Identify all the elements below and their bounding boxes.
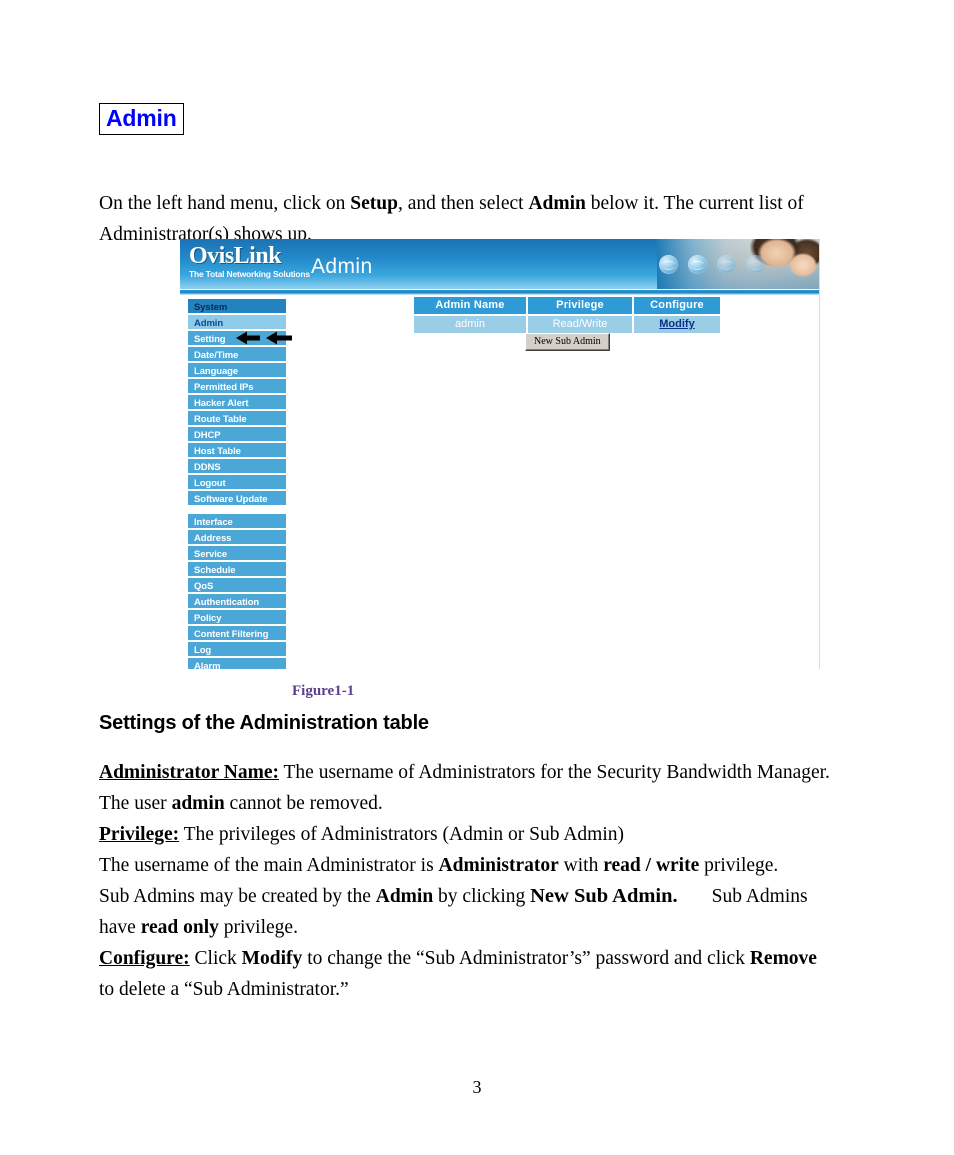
- figure-caption: Figure1-1: [292, 683, 355, 699]
- sidebar-item-content-filtering[interactable]: Content Filtering: [188, 626, 286, 640]
- device-header: OvisLink The Total Networking Solutions …: [180, 239, 819, 289]
- cell-configure: Modify: [634, 316, 720, 333]
- page-title: Admin: [99, 103, 184, 135]
- main-admin-post: privilege.: [699, 855, 779, 876]
- table-row: admin Read/Write Modify: [414, 316, 720, 333]
- configure-modify-bold: Modify: [241, 948, 303, 969]
- globe-icon: [659, 255, 678, 274]
- cell-privilege: Read/Write: [528, 316, 632, 333]
- sidebar-group-system: System Admin Setting Date/Time Language …: [188, 299, 292, 505]
- globe-icon: [746, 255, 765, 274]
- privilege-line4: have read only privilege.: [99, 912, 899, 943]
- pointer-arrows: [236, 331, 294, 345]
- admin-removable-post: cannot be removed.: [224, 793, 383, 814]
- configure-line2: to delete a “Sub Administrator.”: [99, 974, 899, 1005]
- sidebar-item-admin[interactable]: Admin: [188, 315, 286, 329]
- main-admin-pre: The username of the main Administrator i…: [99, 855, 439, 876]
- read-only-pre: have: [99, 917, 141, 938]
- sidebar-item-permitted-ips[interactable]: Permitted IPs: [188, 379, 286, 393]
- intro-bold-admin: Admin: [528, 192, 586, 214]
- settings-description: Administrator Name: The username of Admi…: [99, 757, 899, 1005]
- new-sub-admin-reference: New Sub Admin.: [530, 885, 678, 907]
- brand-name: OvisLink: [189, 243, 282, 269]
- administrator-name-line2: The user admin cannot be removed.: [99, 788, 899, 819]
- configure-pre: Click: [189, 948, 242, 969]
- globe-icon-group: [659, 249, 814, 281]
- column-header-privilege: Privilege: [528, 297, 632, 314]
- privilege-paragraph: Privilege: The privileges of Administrat…: [99, 819, 899, 850]
- main-admin-mid: with: [558, 855, 604, 876]
- sidebar-item-address[interactable]: Address: [188, 530, 286, 544]
- configure-mid: to change the “Sub Administrator’s” pass…: [302, 948, 750, 969]
- sub-admin-bold: Admin: [375, 886, 434, 907]
- label-privilege: Privilege:: [99, 824, 180, 845]
- left-arrow-icon: [236, 331, 292, 345]
- device-screenshot: OvisLink The Total Networking Solutions …: [180, 239, 820, 669]
- configure-delete-text: to delete a “Sub Administrator.”: [99, 979, 349, 1000]
- read-only-bold: read only: [140, 917, 219, 938]
- sidebar-item-route-table[interactable]: Route Table: [188, 411, 286, 425]
- sidebar-item-alarm[interactable]: Alarm: [188, 658, 286, 669]
- intro-text-2: , and then select: [397, 192, 529, 214]
- ovislink-logo: OvisLink The Total Networking Solutions: [189, 244, 310, 280]
- new-sub-admin-button[interactable]: New Sub Admin: [525, 333, 610, 351]
- sidebar-item-qos[interactable]: QoS: [188, 578, 286, 592]
- modify-link[interactable]: Modify: [659, 318, 694, 330]
- device-page-title: Admin: [311, 255, 373, 278]
- admin-removable-bold: admin: [171, 793, 225, 814]
- section-heading: Settings of the Administration table: [99, 712, 429, 734]
- read-only-post: privilege.: [218, 917, 298, 938]
- column-header-configure: Configure: [634, 297, 720, 314]
- sidebar-item-policy[interactable]: Policy: [188, 610, 286, 624]
- globe-icon: [717, 255, 736, 274]
- cell-admin-name: admin: [414, 316, 526, 333]
- sidebar-item-host-table[interactable]: Host Table: [188, 443, 286, 457]
- globe-icon: [688, 255, 707, 274]
- label-administrator-name: Administrator Name:: [99, 762, 279, 783]
- page-number: 3: [472, 1077, 482, 1097]
- sidebar-item-language[interactable]: Language: [188, 363, 286, 377]
- privilege-line3: Sub Admins may be created by the Admin b…: [99, 881, 899, 912]
- intro-bold-setup: Setup: [350, 192, 398, 214]
- sub-admin-mid: by clicking: [433, 886, 531, 907]
- sidebar-item-dhcp[interactable]: DHCP: [188, 427, 286, 441]
- privilege-text: The privileges of Administrators (Admin …: [179, 824, 624, 845]
- brand-tagline: The Total Networking Solutions: [189, 269, 310, 279]
- sub-admin-post: Sub Admins: [711, 886, 808, 907]
- read-write-bold: read / write: [603, 855, 700, 876]
- sidebar-item-service[interactable]: Service: [188, 546, 286, 560]
- admin-table: Admin Name Privilege Configure admin Rea…: [412, 295, 722, 335]
- column-header-admin-name: Admin Name: [414, 297, 526, 314]
- sidebar-group-modules: Interface Address Service Schedule QoS A…: [188, 514, 286, 669]
- administrator-name-text: The username of Administrators for the S…: [279, 762, 830, 783]
- document-page: Admin On the left hand menu, click on Se…: [0, 0, 954, 1155]
- sidebar-section-system[interactable]: System: [188, 299, 286, 313]
- sidebar-item-interface[interactable]: Interface: [188, 514, 286, 528]
- sidebar-item-date-time[interactable]: Date/Time: [188, 347, 286, 361]
- device-sidebar: System Admin Setting Date/Time Language …: [188, 299, 292, 669]
- admin-removable-pre: The user: [99, 793, 172, 814]
- sidebar-item-hacker-alert[interactable]: Hacker Alert: [188, 395, 286, 409]
- table-header-row: Admin Name Privilege Configure: [414, 297, 720, 314]
- sidebar-item-logout[interactable]: Logout: [188, 475, 286, 489]
- sidebar-item-ddns[interactable]: DDNS: [188, 459, 286, 473]
- privilege-line2: The username of the main Administrator i…: [99, 850, 899, 881]
- sidebar-item-authentication[interactable]: Authentication: [188, 594, 286, 608]
- sidebar-item-log[interactable]: Log: [188, 642, 286, 656]
- label-configure: Configure:: [99, 948, 190, 969]
- intro-text-1: On the left hand menu, click on: [99, 192, 351, 214]
- sidebar-item-schedule[interactable]: Schedule: [188, 562, 286, 576]
- sub-admin-pre: Sub Admins may be created by the: [99, 886, 376, 907]
- configure-remove-bold: Remove: [749, 948, 817, 969]
- main-admin-bold: Administrator: [438, 855, 559, 876]
- sidebar-item-software-update[interactable]: Software Update: [188, 491, 286, 505]
- administrator-name-paragraph: Administrator Name: The username of Admi…: [99, 757, 899, 788]
- configure-paragraph: Configure: Click Modify to change the “S…: [99, 943, 899, 974]
